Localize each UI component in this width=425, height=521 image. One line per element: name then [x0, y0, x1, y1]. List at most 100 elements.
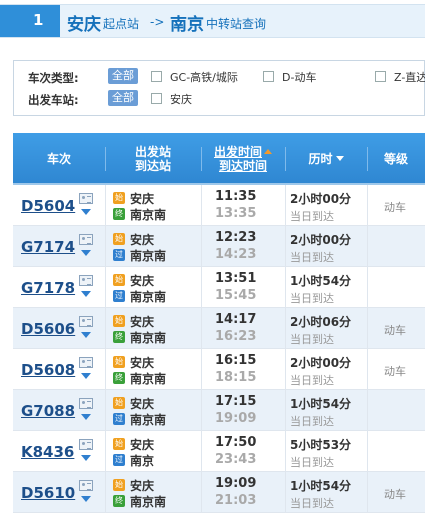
train-number-link[interactable]: G7178 — [21, 279, 75, 297]
train-grade: 动车 — [384, 488, 406, 501]
departure-station: 安庆 — [130, 315, 155, 329]
departure-station: 安庆 — [130, 479, 155, 493]
departure-time: 14:17 — [215, 312, 257, 327]
header-duration-sort[interactable]: 历时 — [285, 152, 367, 166]
cell-divider — [201, 431, 202, 472]
train-info-icon[interactable] — [79, 439, 93, 450]
expand-arrow-icon[interactable] — [81, 414, 91, 420]
train-number-link[interactable]: D5604 — [21, 197, 75, 215]
arrival-station-badge: 过 — [113, 454, 125, 466]
train-number-link[interactable]: D5608 — [21, 361, 75, 379]
train-number-link[interactable]: D5610 — [21, 484, 75, 502]
header-train[interactable]: 车次 — [13, 152, 105, 166]
expand-arrow-icon[interactable] — [81, 496, 91, 502]
expand-arrow-icon[interactable] — [81, 373, 91, 379]
cell-divider — [105, 472, 106, 513]
cell-divider — [285, 431, 286, 472]
checkbox-gc[interactable] — [151, 71, 162, 82]
arrival-day: 当日到达 — [290, 415, 334, 428]
arrival-day: 当日到达 — [290, 374, 334, 387]
expand-arrow-icon[interactable] — [81, 455, 91, 461]
train-grade: 动车 — [384, 324, 406, 337]
departure-time: 17:50 — [215, 435, 257, 450]
cell-divider — [367, 185, 368, 226]
duration: 1小时54分 — [290, 274, 352, 288]
expand-arrow-icon[interactable] — [81, 332, 91, 338]
table-row: G7174 始安庆过南京南 12:23 14:23 2小时00分 当日到达 — [13, 226, 425, 267]
arrival-day: 当日到达 — [290, 210, 334, 223]
cell-divider — [285, 267, 286, 308]
train-info-icon[interactable] — [79, 275, 93, 286]
departure-time: 17:15 — [215, 394, 257, 409]
train-info-icon[interactable] — [79, 398, 93, 409]
checkbox-anqing[interactable] — [151, 93, 162, 104]
duration: 5小时53分 — [290, 438, 352, 452]
cell-divider — [105, 349, 106, 390]
table-row: G7178 始安庆过南京南 13:51 15:45 1小时54分 当日到达 — [13, 267, 425, 308]
cell-divider — [367, 431, 368, 472]
page-title-bar: 1 安庆 起点站 -> 南京 中转站查询 — [0, 4, 425, 38]
arrival-station-badge: 终 — [113, 331, 125, 343]
to-suffix: 中转站查询 — [206, 17, 267, 31]
arrival-station: 南京 — [130, 454, 155, 468]
arrival-station: 南京南 — [130, 208, 167, 222]
train-type-filter: 车次类型: 全部 GC-高铁/城际 D-动车 Z-直达 — [28, 68, 425, 86]
duration: 2小时00分 — [290, 233, 352, 247]
cell-divider — [285, 472, 286, 513]
table-row: K8436 始安庆过南京 17:50 23:43 5小时53分 当日到达 — [13, 431, 425, 472]
expand-arrow-icon[interactable] — [81, 209, 91, 215]
cell-divider — [105, 226, 106, 267]
station-all-button[interactable]: 全部 — [108, 90, 138, 106]
cell-divider — [285, 349, 286, 390]
train-type-all-button[interactable]: 全部 — [108, 68, 138, 84]
step-badge — [0, 5, 60, 37]
arrival-time: 16:23 — [215, 329, 257, 344]
departure-station: 安庆 — [130, 438, 155, 452]
header-grade[interactable]: 等级 — [367, 152, 425, 166]
train-number-link[interactable]: G7088 — [21, 402, 75, 420]
train-info-icon[interactable] — [79, 234, 93, 245]
departure-time: 11:35 — [215, 189, 257, 204]
arrival-day: 当日到达 — [290, 497, 334, 510]
expand-arrow-icon[interactable] — [81, 291, 91, 297]
header-duration: 历时 — [308, 152, 333, 166]
checkbox-z[interactable] — [375, 71, 386, 82]
cell-divider — [201, 226, 202, 267]
arrival-station: 南京南 — [130, 249, 167, 263]
cell-divider — [367, 349, 368, 390]
filter-panel: 车次类型: 全部 GC-高铁/城际 D-动车 Z-直达 出发车站: 全部 安庆 — [13, 60, 425, 116]
header-time-sort[interactable]: 出发时间 到达时间 — [201, 145, 285, 173]
arrival-station-badge: 终 — [113, 372, 125, 384]
table-row: D5606 始安庆终南京南 14:17 16:23 2小时06分 当日到达 动车 — [13, 308, 425, 349]
train-number-link[interactable]: G7174 — [21, 238, 75, 256]
cell-divider — [367, 308, 368, 349]
train-info-icon[interactable] — [79, 316, 93, 327]
train-info-icon[interactable] — [79, 357, 93, 368]
expand-arrow-icon[interactable] — [81, 250, 91, 256]
train-number-link[interactable]: K8436 — [21, 443, 74, 461]
start-station-badge: 始 — [113, 438, 125, 450]
arrival-station-badge: 过 — [113, 413, 125, 425]
start-station-badge: 始 — [113, 397, 125, 409]
header-stations[interactable]: 出发站 到达站 — [105, 145, 201, 173]
train-info-icon[interactable] — [79, 480, 93, 491]
sort-asc-icon — [264, 149, 272, 154]
arrival-time: 23:43 — [215, 452, 257, 467]
train-info-icon[interactable] — [79, 193, 93, 204]
cell-divider — [201, 390, 202, 431]
cell-divider — [367, 390, 368, 431]
cell-divider — [201, 472, 202, 513]
checkbox-d[interactable] — [263, 71, 274, 82]
departure-station: 安庆 — [130, 274, 155, 288]
table-header: 车次 出发站 到达站 出发时间 到达时间 历时 等级 — [13, 133, 425, 185]
train-number-link[interactable]: D5606 — [21, 320, 75, 338]
cell-divider — [105, 267, 106, 308]
cell-divider — [367, 267, 368, 308]
cell-divider — [285, 185, 286, 226]
arrival-day: 当日到达 — [290, 333, 334, 346]
train-grade: 动车 — [384, 201, 406, 214]
station-label: 出发车站: — [28, 93, 79, 107]
table-row: D5604 始安庆终南京南 11:35 13:35 2小时00分 当日到达 动车 — [13, 185, 425, 226]
arrival-station: 南京南 — [130, 331, 167, 345]
departure-time: 19:09 — [215, 476, 257, 491]
